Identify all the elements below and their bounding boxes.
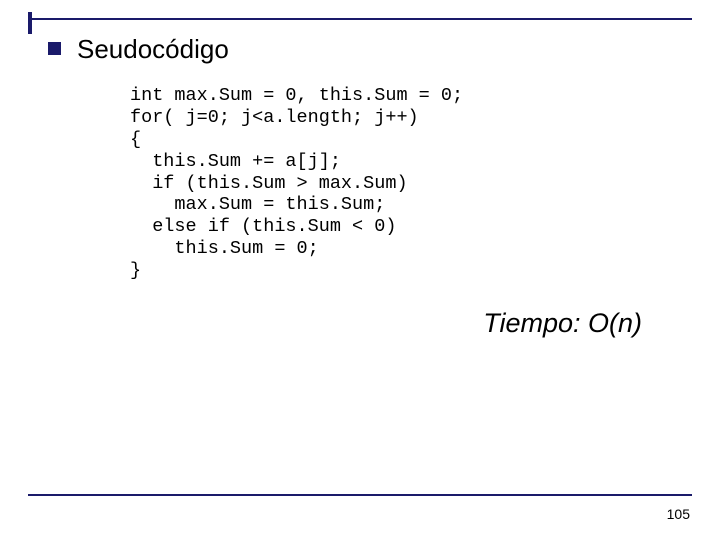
page-number: 105 — [667, 506, 690, 522]
footer-divider — [28, 494, 692, 496]
square-bullet-icon — [48, 42, 61, 55]
slide: Técnicas básicas de diseño de algoritmos… — [0, 0, 720, 540]
bullet-row: Seudocódigo — [48, 34, 682, 65]
title-block: Técnicas básicas de diseño de algoritmos — [28, 12, 692, 20]
pseudocode-block: int max.Sum = 0, this.Sum = 0; for( j=0;… — [130, 85, 682, 281]
time-complexity: Tiempo: O(n) — [48, 308, 642, 339]
content-area: Seudocódigo int max.Sum = 0, this.Sum = … — [28, 20, 692, 339]
subtitle: Seudocódigo — [77, 34, 229, 65]
